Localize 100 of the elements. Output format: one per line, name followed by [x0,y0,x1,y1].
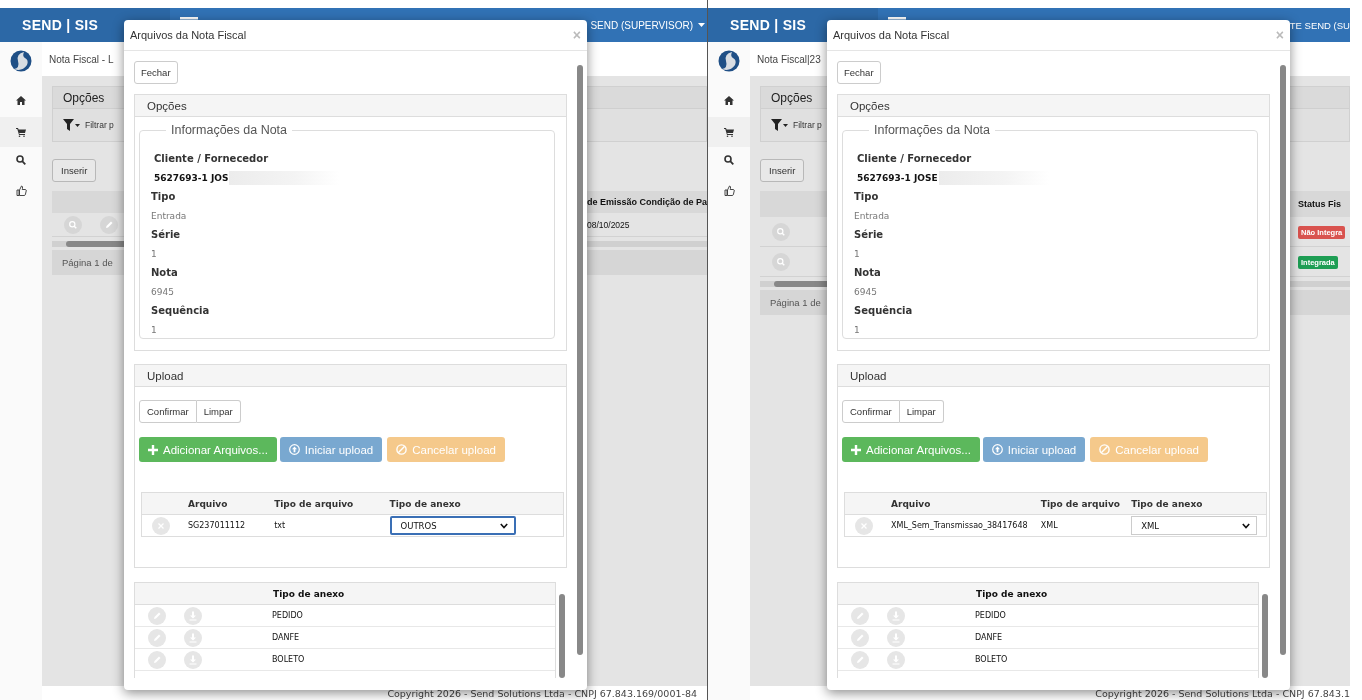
field-label: Sequência [151,304,211,318]
close-dialog-button[interactable]: Fechar [837,61,881,84]
download-icon[interactable] [887,650,905,669]
toolbar-button[interactable]: Confirmar [842,400,900,423]
panel-title: Upload [147,369,184,382]
field-label: Tipo [151,190,177,204]
page-info: Página 1 de [770,297,821,308]
remove-icon[interactable] [855,516,873,535]
field-label: Cliente / Fornecedor [857,152,973,166]
panel-title: Opções [147,99,187,112]
filter-label[interactable]: Filtrar p [793,120,822,130]
caret-icon [698,23,705,27]
table-cell: SG237011112 [188,521,246,530]
filter-icon[interactable] [63,119,80,131]
field-label: Cliente / Fornecedor [154,152,270,166]
pencil-icon[interactable] [148,606,166,625]
download-icon[interactable] [887,628,905,647]
field-value: 1 [151,324,157,335]
table-cell: PEDIDO [975,611,1006,620]
breadcrumb: Nota Fiscal|23 [757,53,821,65]
vertical-scrollbar[interactable] [1262,594,1268,678]
thumbs-up-icon[interactable] [723,185,735,196]
thumbs-up-icon[interactable] [15,185,27,196]
panel-title: Opções [771,90,813,105]
column-header[interactable]: Status Fis [1298,199,1341,209]
pencil-icon[interactable] [851,628,869,647]
home-icon[interactable] [16,96,26,105]
toolbar-button[interactable]: Confirmar [139,400,197,423]
logo-icon [10,50,32,72]
search-icon[interactable] [16,155,26,165]
toolbar-button[interactable]: Limpar [196,400,241,423]
table-cell: BOLETO [272,655,305,664]
user-menu[interactable]: SEND (SUPERVISOR) [590,19,693,31]
pencil-icon[interactable] [100,215,118,234]
attachment-type-select[interactable]: OUTROS [389,516,516,535]
column-header: Tipo de anexo [1131,498,1203,509]
group-legend: Informações da Nota [166,123,293,137]
ban-icon [396,444,408,455]
cart-icon[interactable] [724,127,734,137]
column-header: Tipo de anexo [273,588,345,599]
copyright-text: Copyright 2026 - Send Solutions Ltda - CNPJ 67.843.1 [1095,687,1350,699]
filter-label[interactable]: Filtrar p [85,120,114,130]
page-info: Página 1 de [62,257,113,268]
copyright-text: Copyright 2026 - Send Solutions Ltda - CNPJ 67.843.169/0001-84 [387,687,697,699]
insert-button[interactable]: Inserir [760,159,805,182]
close-dialog-button[interactable]: Fechar [134,61,178,84]
toolbar-button[interactable]: Limpar [899,400,944,423]
pencil-icon[interactable] [148,628,166,647]
logo-icon [718,50,740,72]
vertical-scrollbar[interactable] [577,65,583,655]
field-value: 1 [854,324,860,335]
home-icon[interactable] [724,96,734,105]
panel-title: Opções [63,90,105,105]
breadcrumb: Nota Fiscal - L [49,53,114,65]
column-header[interactable]: de Emissão [587,197,640,207]
column-header: Arquivo [188,498,228,509]
user-menu[interactable]: TE SEND (SU [1289,19,1350,31]
chevron-down-icon [499,522,508,529]
pencil-icon[interactable] [851,650,869,669]
upload-icon [288,444,300,455]
field-label: Tipo [854,190,880,204]
download-icon[interactable] [184,650,202,669]
pencil-icon[interactable] [148,650,166,669]
field-label: Nota [854,266,882,280]
table-cell: PEDIDO [272,611,303,620]
attachment-type-select[interactable]: XML [1131,516,1258,535]
table-cell: DANFE [975,633,1003,642]
table-cell: XML_Sem_Transmissao_38417648 [891,521,1028,530]
modal-title: Arquivos da Nota Fiscal [130,29,247,41]
table-cell: txt [274,521,286,530]
table-cell: BOLETO [975,655,1008,664]
group-legend: Informações da Nota [869,123,996,137]
download-icon[interactable] [184,628,202,647]
field-label: Nota [151,266,179,280]
modal-title: Arquivos da Nota Fiscal [833,29,950,41]
plus-icon [851,444,861,455]
vertical-scrollbar[interactable] [1280,65,1286,655]
search-icon[interactable] [724,155,734,165]
field-value: 5627693-1 JOSE [857,172,938,183]
column-header[interactable]: Condição de Pa [639,197,707,207]
column-header: Tipo de arquivo [274,498,354,509]
download-icon[interactable] [887,606,905,625]
table-cell: DANFE [272,633,300,642]
upload-icon [991,444,1003,455]
filter-icon[interactable] [771,119,788,131]
field-label: Série [854,228,885,242]
column-header: Tipo de anexo [389,498,461,509]
ban-icon [1099,444,1111,455]
column-header: Arquivo [891,498,931,509]
cart-icon[interactable] [16,127,26,137]
column-header: Tipo de anexo [976,588,1048,599]
field-label: Série [151,228,182,242]
remove-icon[interactable] [152,516,170,535]
table-cell: XML [1040,521,1058,530]
insert-button[interactable]: Inserir [52,159,97,182]
download-icon[interactable] [184,606,202,625]
pencil-icon[interactable] [851,606,869,625]
vertical-scrollbar[interactable] [559,594,565,678]
panel-title: Upload [850,369,887,382]
plus-icon [148,444,158,455]
